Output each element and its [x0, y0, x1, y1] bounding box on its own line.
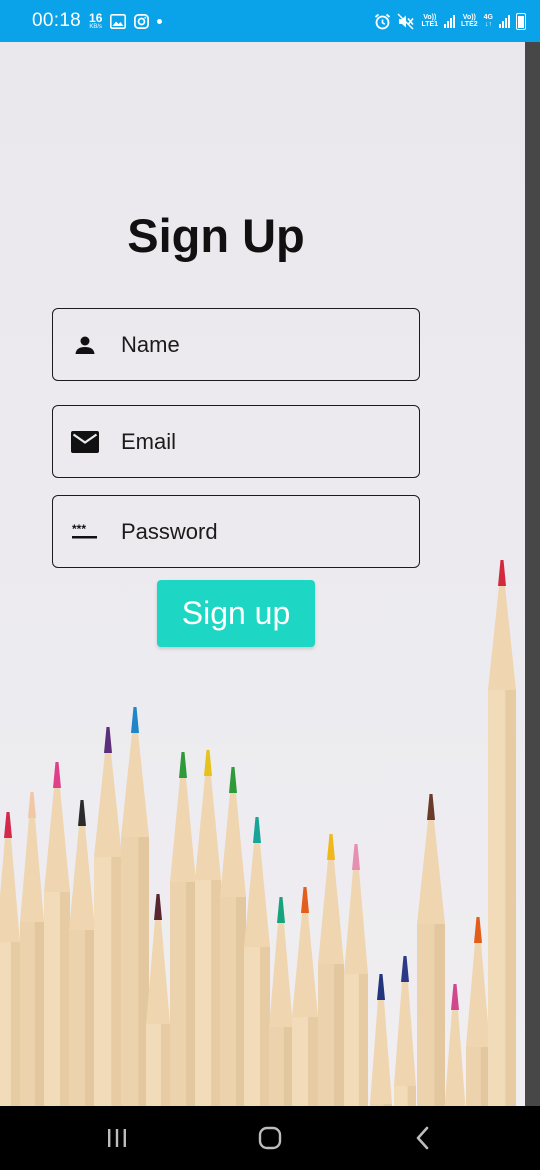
pencil-shape — [444, 984, 466, 1106]
page-title: Sign Up — [127, 209, 305, 262]
status-time: 00:18 — [32, 10, 82, 31]
recent-apps-icon — [107, 1129, 126, 1147]
pencil-shape — [488, 560, 516, 1106]
signal-icon-2 — [499, 14, 510, 28]
sim2-indicator: Vo)) LTE2 — [461, 14, 478, 28]
pencil-shape — [269, 897, 293, 1106]
signup-screen: Sign Up *** Sign up — [0, 42, 525, 1106]
network-speed-value: 16 — [89, 11, 103, 25]
pencil-shape — [344, 844, 368, 1106]
person-icon — [53, 333, 117, 357]
status-bar: 00:18 16 KB/s Vo)) LTE1 Vo)) LTE2 4G ↓↑ — [0, 0, 540, 42]
password-input[interactable] — [121, 518, 401, 545]
instagram-icon — [134, 13, 150, 29]
image-icon — [110, 13, 127, 29]
svg-text:***: *** — [72, 524, 86, 536]
pencil-shape — [417, 794, 445, 1106]
pencil-shape — [44, 762, 70, 1106]
sim1-label-bottom: LTE1 — [421, 21, 439, 28]
mute-icon — [397, 13, 415, 29]
home-button[interactable] — [240, 1118, 300, 1158]
pencil-shape — [195, 750, 221, 1106]
screen-edge-strip — [525, 42, 540, 1106]
network-speed: 16 KB/s — [89, 12, 102, 30]
back-button[interactable] — [393, 1118, 453, 1158]
sim2-label-bottom: LTE2 — [461, 21, 478, 28]
pencil-shape — [146, 894, 170, 1106]
signal-icon — [444, 14, 456, 28]
name-field[interactable] — [52, 308, 420, 381]
pencil-shape — [69, 800, 95, 1106]
pencil-shape — [394, 956, 416, 1106]
pencil-shape — [170, 752, 196, 1106]
pencil-shape — [0, 812, 20, 1106]
battery-icon — [516, 12, 526, 30]
network-type: 4G ↓↑ — [484, 14, 493, 28]
email-field[interactable] — [52, 405, 420, 478]
pencil-shape — [292, 887, 318, 1106]
data-arrows-icon: ↓↑ — [484, 21, 492, 28]
home-icon — [258, 1126, 282, 1150]
pencil-shape — [220, 767, 246, 1106]
mail-icon — [53, 430, 117, 453]
password-field[interactable]: *** — [52, 495, 420, 568]
notification-dot — [157, 18, 163, 24]
pencil-shape — [244, 817, 270, 1106]
alarm-icon — [375, 13, 391, 29]
pencil-shape — [466, 917, 490, 1106]
pencil-shape — [20, 792, 44, 1106]
back-icon — [417, 1126, 429, 1150]
sim1-indicator: Vo)) LTE1 — [421, 14, 438, 28]
pencil-shape — [318, 834, 344, 1106]
recent-apps-button[interactable] — [87, 1118, 147, 1158]
signup-button[interactable]: Sign up — [157, 580, 315, 647]
password-icon: *** — [53, 524, 117, 540]
pencil-shape — [370, 974, 392, 1106]
pencil-shape — [121, 707, 149, 1106]
navigation-bar — [0, 1106, 540, 1170]
network-type-label: 4G — [483, 14, 493, 21]
sim1-label-top: Vo)) — [423, 14, 437, 21]
name-input[interactable] — [121, 331, 401, 358]
pencil-shape — [94, 727, 122, 1106]
network-speed-unit: KB/s — [89, 24, 103, 30]
email-input[interactable] — [121, 428, 401, 455]
sim2-label-top: Vo)) — [462, 14, 476, 21]
